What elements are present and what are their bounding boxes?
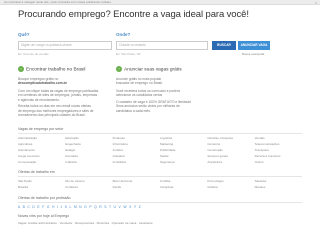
grid-link[interactable]: Educação — [65, 136, 78, 140]
grid-link[interactable]: Finanças — [113, 136, 125, 140]
grid-link[interactable]: Rio de Janeiro — [65, 179, 84, 183]
alphabet-index[interactable]: A B C D E F G H I J K L M N O P Q R S T … — [18, 205, 141, 209]
post-jobs-title[interactable]: › Anunciar suas vagas grátis — [116, 66, 182, 72]
grid-link[interactable]: Outros — [255, 160, 264, 164]
recent-title: Novas vitrs por hoje al Emprego — [18, 214, 70, 218]
find-work-intro: Busque empregos grátis no descomplicadot… — [18, 77, 67, 86]
grid-link[interactable]: Saúde — [160, 154, 169, 158]
grid-link[interactable]: Informática — [113, 142, 128, 146]
grid-link[interactable]: Goiânia — [207, 185, 217, 189]
desc-line: candidatos a cada mês. — [116, 108, 151, 113]
post-jobs-description: Você recebera todos os currículos e pode… — [116, 89, 191, 113]
cookie-notice-bar: Ao continuar a navegar neste site, você … — [0, 0, 320, 5]
grid-link[interactable]: Comunicação — [18, 160, 36, 164]
grid-link[interactable]: Ciências, Pesquisa — [207, 136, 233, 140]
recent-jobs-line[interactable]: Vagas: Auxiliar administrativo · Vendedo… — [18, 221, 153, 225]
grid-link[interactable]: Recursos humanos — [255, 154, 281, 158]
grid-link[interactable]: Logística — [160, 136, 172, 140]
cookie-notice-text: Ao continuar a navegar neste site, você … — [4, 0, 112, 4]
what-hint: Ex: Gerente de vendas — [18, 52, 49, 56]
grid-link[interactable]: São Paulo — [18, 179, 32, 183]
grid-link[interactable]: Fortaleza — [65, 185, 78, 189]
grid-link[interactable]: Administração — [18, 136, 37, 140]
grid-link[interactable]: Farmácia — [65, 154, 78, 158]
advertise-job-button[interactable]: ANUNCIAR VAGA — [238, 41, 270, 50]
post-jobs-title-text: Anunciar suas vagas grátis — [124, 67, 182, 73]
divider — [18, 176, 302, 177]
grid-link[interactable]: Telecomunicações — [255, 142, 280, 146]
post-jobs-intro: Anuncie grátis no mais popular buscador … — [116, 77, 163, 86]
desc-line: Seus anúncios serão vistos por milhares … — [116, 104, 180, 109]
find-work-title[interactable]: › Encontrar trabalho no Brasil — [18, 66, 85, 72]
desc-line: recrutamento das principais cidades do B… — [18, 113, 86, 118]
advanced-search-link[interactable]: Busca avançada — [242, 52, 264, 56]
grid-link[interactable]: Brasília — [18, 185, 28, 189]
grid-link[interactable]: Segurança — [160, 160, 175, 164]
grid-link[interactable]: Marketing — [160, 142, 173, 146]
categories-grid: Administração Educação Finanças Logística Ci… — [18, 136, 302, 166]
grid-link[interactable]: Atendimento — [18, 148, 35, 152]
grid-link[interactable]: Publicidade — [160, 148, 176, 152]
grid-link[interactable]: Campinas — [160, 185, 174, 189]
grid-link[interactable]: Agricultura — [18, 142, 32, 146]
where-label: Onde? — [116, 32, 131, 37]
desc-line: Receba todos os dias em seu email novas … — [18, 104, 91, 109]
find-work-title-text: Encontrar trabalho no Brasil — [26, 67, 86, 73]
grid-link[interactable]: Recife — [113, 185, 122, 189]
grid-link[interactable]: Cargo executivo — [18, 154, 40, 158]
grid-link[interactable]: Comércio — [207, 142, 220, 146]
search-button[interactable]: BUSCAR — [212, 41, 236, 50]
grid-link[interactable]: Belo Horizonte — [113, 179, 133, 183]
divider — [18, 133, 302, 134]
grid-link[interactable]: Imobiliário — [113, 160, 127, 164]
grid-link[interactable]: Estágio — [65, 148, 75, 152]
what-label: Quê? — [18, 32, 30, 37]
page-headline: Procurando emprego? Encontre a vaga idea… — [18, 9, 249, 20]
intro-line: descomplicadotrabalho.com.br — [18, 81, 67, 86]
grid-link[interactable]: Salvador — [255, 179, 267, 183]
arrow-right-icon: › — [116, 66, 122, 72]
grid-link[interactable]: Arquitetura — [207, 160, 222, 164]
grid-link[interactable]: Manaus — [255, 185, 266, 189]
cities-title: Ofertas de trabalho em — [18, 170, 55, 174]
what-input[interactable]: Digite um cargo ou palavra-chave — [18, 41, 112, 50]
grid-link[interactable]: Vendas — [255, 136, 265, 140]
grid-link[interactable]: Hotelaria — [113, 154, 125, 158]
grid-link[interactable]: Porto Alegre — [207, 179, 224, 183]
arrow-right-icon: › — [18, 66, 24, 72]
professions-title: Ofertas de trabalho por profissão — [18, 196, 71, 200]
grid-link[interactable]: Construção — [207, 148, 222, 152]
grid-link[interactable]: Serviços gerais — [207, 154, 228, 158]
find-work-description: Com um clique todas as vagas de emprego … — [18, 89, 98, 117]
grid-link[interactable]: Transporte — [255, 148, 269, 152]
grid-link[interactable]: Curitiba — [160, 179, 170, 183]
grid-link[interactable]: Jurídico — [113, 148, 124, 152]
divider — [18, 202, 302, 203]
grid-link[interactable]: Indústria — [65, 160, 77, 164]
where-hint: Ex: São Paulo, SP — [116, 52, 141, 56]
grid-link[interactable]: Engenharia — [65, 142, 80, 146]
categories-title: Vagas de emprego por setor — [18, 127, 64, 131]
close-icon[interactable]: × — [315, 0, 317, 5]
cities-grid: São Paulo Rio de Janeiro Belo Horizonte Cur… — [18, 179, 302, 191]
intro-line: buscador de emprego no Brasil. — [116, 81, 163, 86]
where-input[interactable]: Cidade ou estado — [116, 41, 208, 50]
